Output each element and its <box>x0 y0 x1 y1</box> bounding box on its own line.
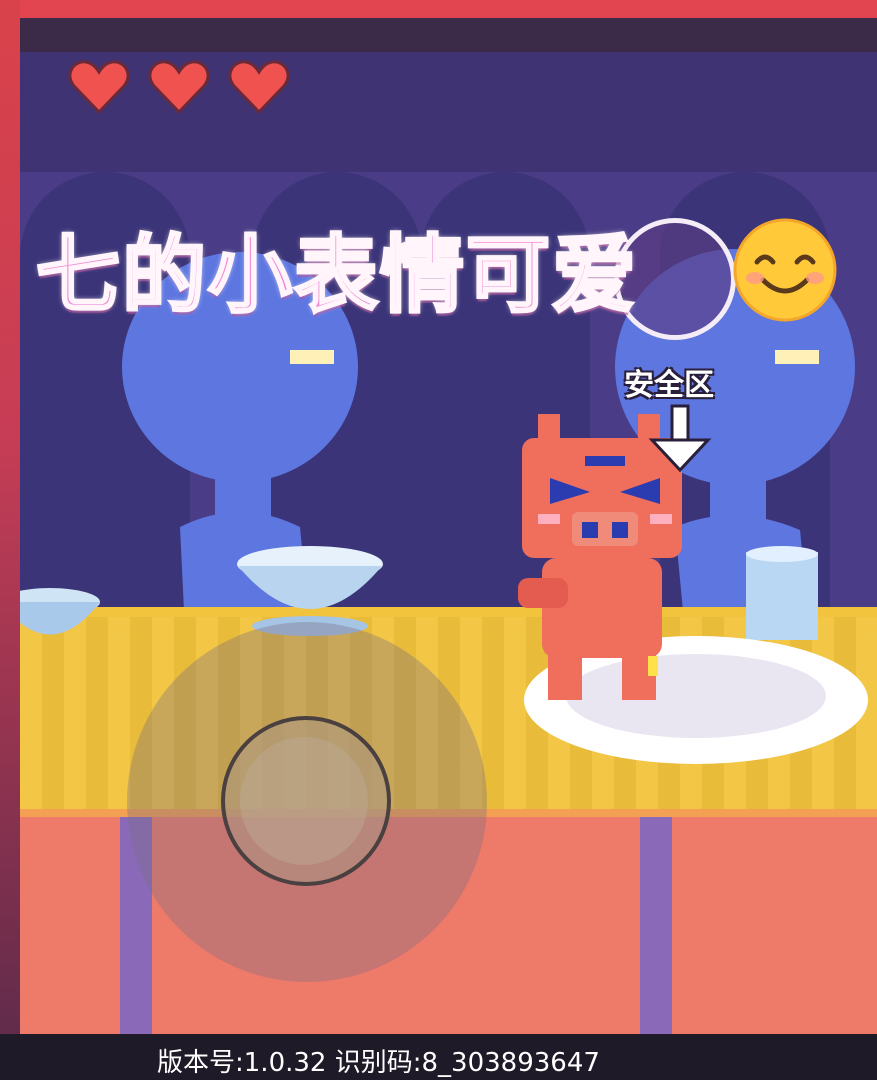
heart-icon <box>68 60 130 115</box>
caption-text: 七的小表情可爱 <box>34 225 639 326</box>
smiling-face-icon <box>733 218 837 322</box>
heart-icon <box>148 60 210 115</box>
table-stripe <box>640 817 672 1034</box>
left-frame <box>0 0 20 1080</box>
version-text: 版本号:1.0.32 识别码:8_303893647 <box>157 1048 600 1078</box>
joystick-knob-inner <box>240 737 368 865</box>
top-frame <box>0 0 877 18</box>
top-bar <box>20 18 877 52</box>
bowl-left <box>20 588 100 635</box>
arrow-down-icon <box>648 404 712 473</box>
glass-right <box>746 546 818 640</box>
safe-zone-label: 安全区 <box>624 368 714 403</box>
heart-icon <box>228 60 290 115</box>
game-screen: 安全区 七的小表情可爱 版本号:1.0.32 识别码:8_303893647 <box>0 0 877 1080</box>
lives-hearts <box>68 58 290 116</box>
